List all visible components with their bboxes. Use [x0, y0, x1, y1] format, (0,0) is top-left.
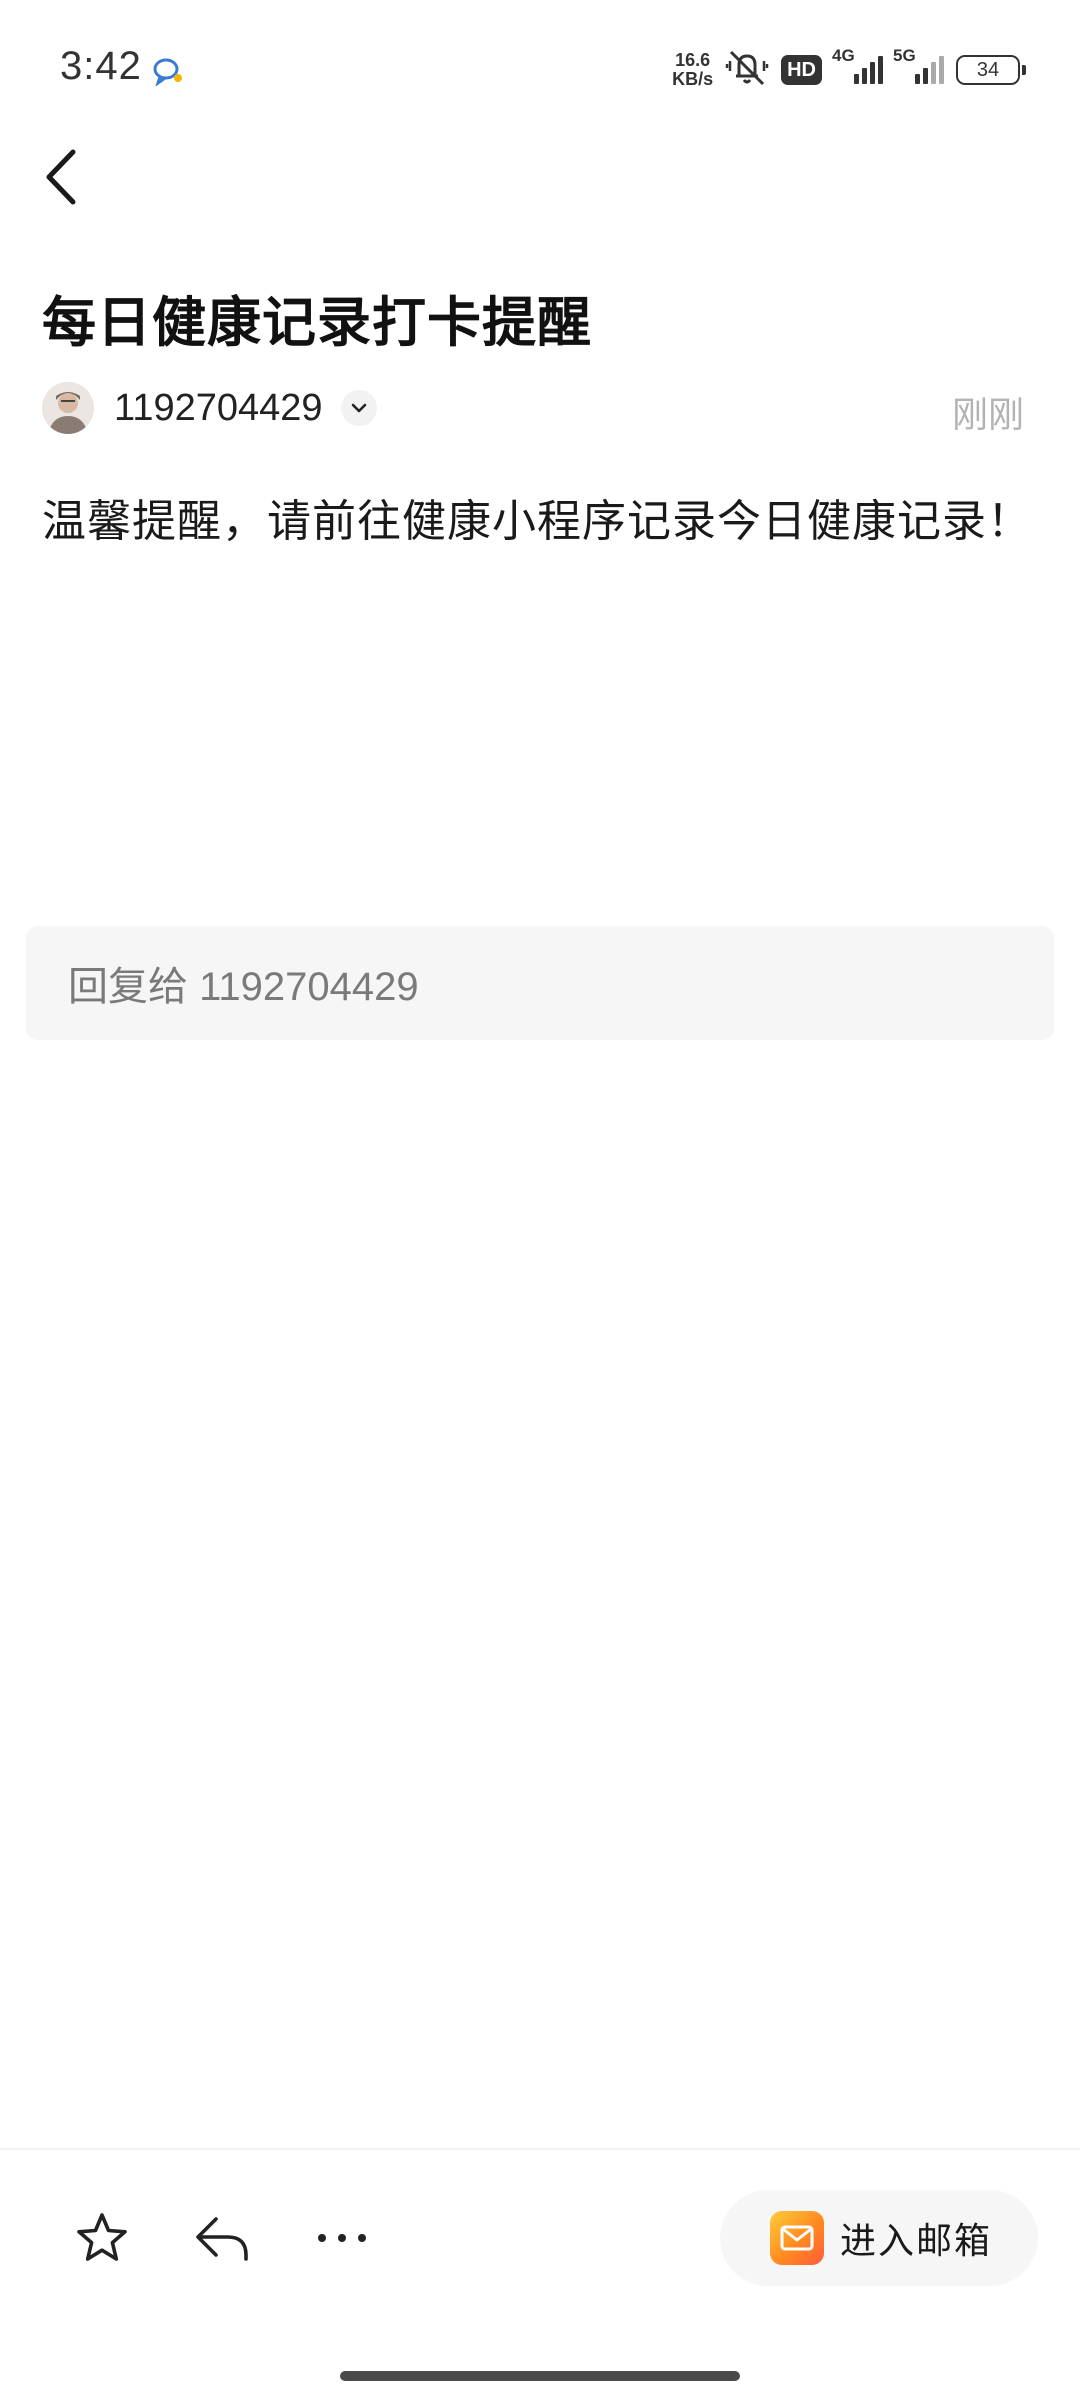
mail-body: 温馨提醒，请前往健康小程序记录今日健康记录！ [42, 497, 1032, 546]
signal-4g-label: 4G [832, 46, 855, 65]
reply-input[interactable]: 回复给 1192704429 [26, 926, 1054, 1040]
bottom-divider [0, 2148, 1080, 2150]
signal-bars-icon [854, 56, 883, 84]
back-arrow-icon [46, 149, 76, 205]
sender-details-toggle[interactable] [340, 390, 377, 426]
home-indicator[interactable] [340, 2371, 740, 2381]
mail-icon [770, 2211, 824, 2265]
chevron-down-icon [351, 403, 366, 413]
network-speed-value: 16.6 [675, 50, 711, 70]
back-button[interactable] [34, 142, 88, 212]
star-icon [77, 2213, 127, 2261]
sender-name[interactable]: 1192704429 [114, 387, 323, 430]
more-button[interactable] [310, 2206, 374, 2270]
reply-placeholder: 回复给 1192704429 [68, 965, 419, 1009]
status-time: 3:42 [60, 44, 142, 88]
signal-5g-label: 5G [893, 46, 916, 65]
signal-5g: 5G [893, 46, 944, 84]
battery-level: 34 [976, 58, 1000, 81]
network-speed: 16.6 KB/s [672, 51, 713, 89]
mail-subject: 每日健康记录打卡提醒 [42, 293, 592, 353]
network-speed-unit: KB/s [672, 69, 714, 89]
more-icon [318, 2234, 366, 2242]
mail-timestamp: 刚刚 [951, 394, 1024, 435]
status-bar: 3:42 16.6 KB/s HD 4G 5G 34 [0, 0, 1080, 138]
signal-4g: 4G [832, 46, 883, 84]
hd-badge: HD [781, 55, 822, 85]
signal-bars-icon [915, 56, 944, 84]
star-button[interactable] [70, 2206, 134, 2270]
chat-notification-icon [152, 56, 184, 91]
enter-mailbox-button[interactable]: 进入邮箱 [720, 2190, 1038, 2286]
sender-avatar[interactable] [42, 382, 94, 434]
muted-bell-icon [725, 48, 769, 93]
battery-icon: 34 [956, 55, 1026, 85]
enter-mailbox-label: 进入邮箱 [840, 2220, 993, 2261]
reply-icon [196, 2217, 248, 2261]
reply-button[interactable] [190, 2206, 254, 2270]
sender-row: 1192704429 刚刚 [42, 378, 1038, 438]
status-indicators: 16.6 KB/s HD 4G 5G 34 [672, 42, 1026, 98]
mail-detail-screen: 3:42 16.6 KB/s HD 4G 5G 34 每日健康记录打卡提醒 11… [0, 0, 1080, 2400]
